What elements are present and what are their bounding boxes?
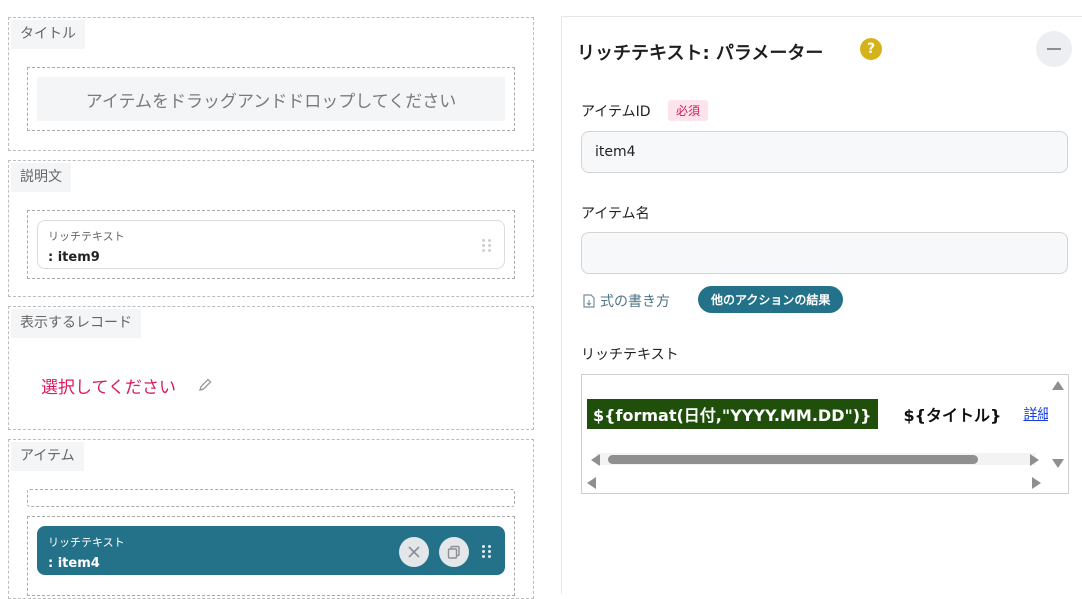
scroll-up-arrow-icon[interactable]: [1052, 381, 1064, 390]
editor-content[interactable]: ${format(日付,"YYYY.MM.DD")} ${タイトル} 詳細を: [587, 399, 1065, 429]
dropzone-placeholder: アイテムをドラッグアンドドロップしてください: [37, 77, 505, 121]
inner-scroll-thumb[interactable]: [608, 455, 978, 464]
outer-scroll-left-arrow-icon[interactable]: [587, 477, 596, 489]
card-item-name: : item9: [48, 250, 100, 265]
drag-handle-icon[interactable]: [482, 239, 492, 253]
rich-text-label: リッチテキスト: [581, 347, 679, 363]
copy-icon: [447, 545, 460, 559]
description-section-tag: 説明文: [11, 163, 71, 192]
item-id-label: アイテムID: [581, 104, 651, 120]
items-dropzone[interactable]: リッチテキスト : item4: [27, 516, 515, 596]
rich-text-card-item9[interactable]: リッチテキスト : item9: [37, 220, 505, 269]
records-section-tag: 表示するレコード: [11, 309, 141, 338]
action-results-button[interactable]: 他のアクションの結果: [698, 286, 844, 313]
remove-item-button[interactable]: [399, 537, 429, 567]
help-icon[interactable]: ?: [860, 38, 882, 60]
outer-scroll-right-arrow-icon[interactable]: [1032, 477, 1041, 489]
panel-title: リッチテキスト: パラメーター: [577, 43, 824, 64]
card-type-label: リッチテキスト: [48, 536, 125, 549]
items-dropzone-empty[interactable]: [27, 489, 515, 507]
title-dropzone[interactable]: アイテムをドラッグアンドドロップしてください: [27, 67, 515, 131]
parameter-panel: リッチテキスト: パラメーター ? アイテムID 必須 アイテム名 式の書き方 …: [561, 16, 1082, 594]
drag-handle-icon[interactable]: [482, 545, 492, 559]
inner-scroll-left-arrow-icon[interactable]: [591, 454, 600, 466]
inner-scroll-right-arrow-icon[interactable]: [1030, 454, 1039, 466]
close-icon: [408, 546, 420, 558]
highlighted-expression[interactable]: ${format(日付,"YYYY.MM.DD")}: [587, 399, 878, 429]
rich-text-editor[interactable]: ${format(日付,"YYYY.MM.DD")} ${タイトル} 詳細を: [581, 374, 1069, 494]
scroll-down-arrow-icon[interactable]: [1052, 459, 1064, 468]
title-section: タイトル アイテムをドラッグアンドドロップしてください: [8, 17, 534, 151]
required-badge: 必須: [668, 100, 709, 121]
title-template[interactable]: ${タイトル}: [904, 402, 1002, 426]
item-name-input[interactable]: [581, 232, 1068, 274]
formula-help-text: 式の書き方: [600, 294, 670, 310]
title-section-tag: タイトル: [11, 20, 85, 49]
items-section-tag: アイテム: [11, 442, 84, 471]
card-item-name: : item4: [48, 556, 100, 571]
description-section: 説明文 リッチテキスト : item9: [8, 160, 534, 297]
duplicate-item-button[interactable]: [439, 537, 469, 567]
records-section: 表示するレコード 選択してください: [8, 306, 534, 430]
select-record-link[interactable]: 選択してください: [41, 373, 176, 398]
card-type-label: リッチテキスト: [48, 230, 125, 243]
collapse-button[interactable]: [1036, 31, 1072, 67]
minus-icon: [1047, 48, 1061, 50]
pencil-icon[interactable]: [197, 377, 213, 393]
formula-help-link[interactable]: 式の書き方: [583, 291, 670, 311]
description-dropzone[interactable]: リッチテキスト : item9: [27, 210, 515, 279]
document-icon: [583, 294, 595, 308]
vertical-scrollbar[interactable]: [1048, 375, 1068, 493]
item-id-input[interactable]: [581, 131, 1068, 173]
items-section: アイテム リッチテキスト : item4: [8, 439, 534, 599]
item-name-label: アイテム名: [581, 206, 650, 222]
rich-text-card-item4[interactable]: リッチテキスト : item4: [37, 526, 505, 575]
